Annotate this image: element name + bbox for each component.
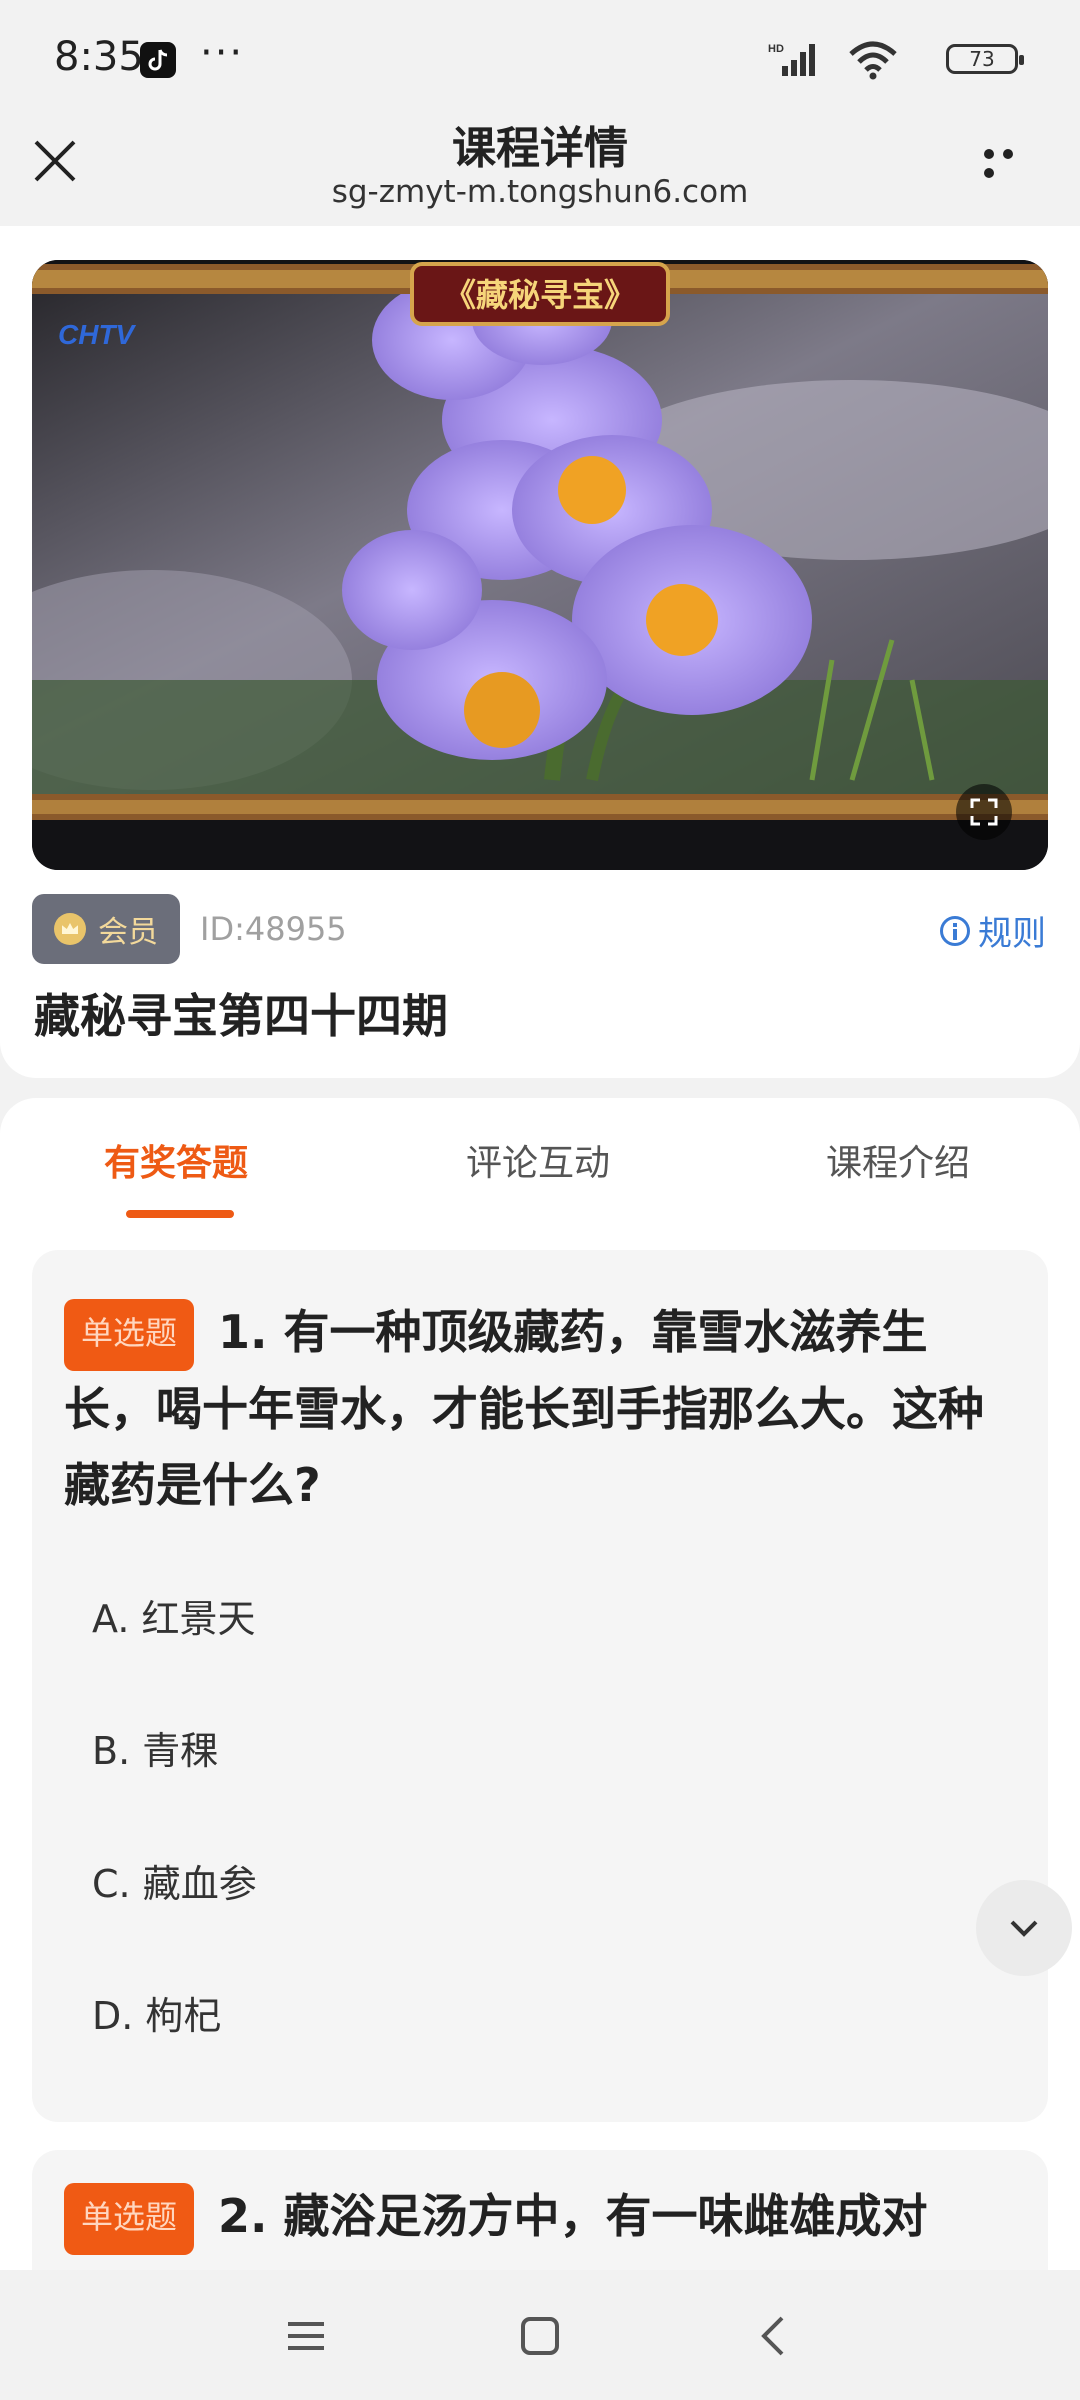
rules-link[interactable]: 规则 [940,906,1046,955]
status-more-dots: ··· [200,30,245,76]
page-title: 课程详情 [452,123,628,174]
battery-icon: 73 [946,44,1024,74]
tab-course-intro[interactable]: 课程介绍 [826,1134,970,1186]
system-nav-bar [0,2270,1080,2400]
chevron-down-icon[interactable] [976,1880,1072,1976]
question-type-badge: 单选题 [64,1299,195,1371]
question-body: 2. 藏浴足汤方中，有一味雌雄成对 [218,2189,928,2243]
tiktok-icon [140,42,176,78]
tab-section: 有奖答题 评论互动 课程介绍 单选题 1. 有一种顶级藏药，靠雪水滋养生长，喝十年… [0,1098,1080,2400]
video-banner-text: 《藏秘寻宝》 [444,276,636,314]
question-text: 单选题 2. 藏浴足汤方中，有一味雌雄成对 [64,2178,1008,2255]
tab-comments[interactable]: 评论互动 [466,1134,610,1186]
crown-icon [54,913,86,945]
menu-icon[interactable] [282,2312,330,2360]
course-id: ID:48955 [200,910,347,948]
signal-icon: HD [768,40,818,76]
rules-label: 规则 [978,914,1046,954]
status-time: 8:35 [54,34,144,80]
course-card: 《藏秘寻宝》 CHTV 会员 ID:48955 规则 藏秘寻宝第四十四期 [0,226,1080,1078]
status-indicators: HD 73 [698,40,1024,80]
question-body: 1. 有一种顶级藏药，靠雪水滋养生长，喝十年雪水，才能长到手指那么大。这种藏药是… [64,1305,984,1512]
more-icon[interactable] [984,144,1040,178]
question-card: 单选题 1. 有一种顶级藏药，靠雪水滋养生长，喝十年雪水，才能长到手指那么大。这种… [32,1250,1048,2122]
fullscreen-icon[interactable] [956,784,1012,840]
status-bar: 8:35 ··· HD 73 [0,0,1080,108]
video-player[interactable]: 《藏秘寻宝》 CHTV [32,260,1048,870]
member-label: 会员 [98,915,158,950]
course-title: 藏秘寻宝第四十四期 [34,989,448,1043]
option-c[interactable]: C. 藏血参 [92,1853,257,1908]
back-icon[interactable] [750,2312,798,2360]
page-url: sg-zmyt-m.tongshun6.com [331,174,749,210]
member-badge: 会员 [32,894,180,964]
home-icon[interactable] [516,2312,564,2360]
option-d[interactable]: D. 枸杞 [92,1985,221,2040]
option-b[interactable]: B. 青稞 [92,1720,218,1775]
svg-text:HD: HD [768,43,784,55]
page: 8:35 ··· HD 73 课程详情 sg-zmyt-m.tongshun6.… [0,0,1080,2400]
info-icon [940,915,970,946]
question-text: 单选题 1. 有一种顶级藏药，靠雪水滋养生长，喝十年雪水，才能长到手指那么大。这种… [64,1294,1008,1523]
wifi-icon [848,40,898,80]
tab-quiz[interactable]: 有奖答题 [104,1134,248,1186]
title-bar: 课程详情 sg-zmyt-m.tongshun6.com [0,108,1080,226]
tab-active-indicator [126,1210,234,1218]
chtv-logo: CHTV [58,319,137,350]
option-a[interactable]: A. 红景天 [92,1588,256,1643]
question-type-badge: 单选题 [64,2183,195,2255]
